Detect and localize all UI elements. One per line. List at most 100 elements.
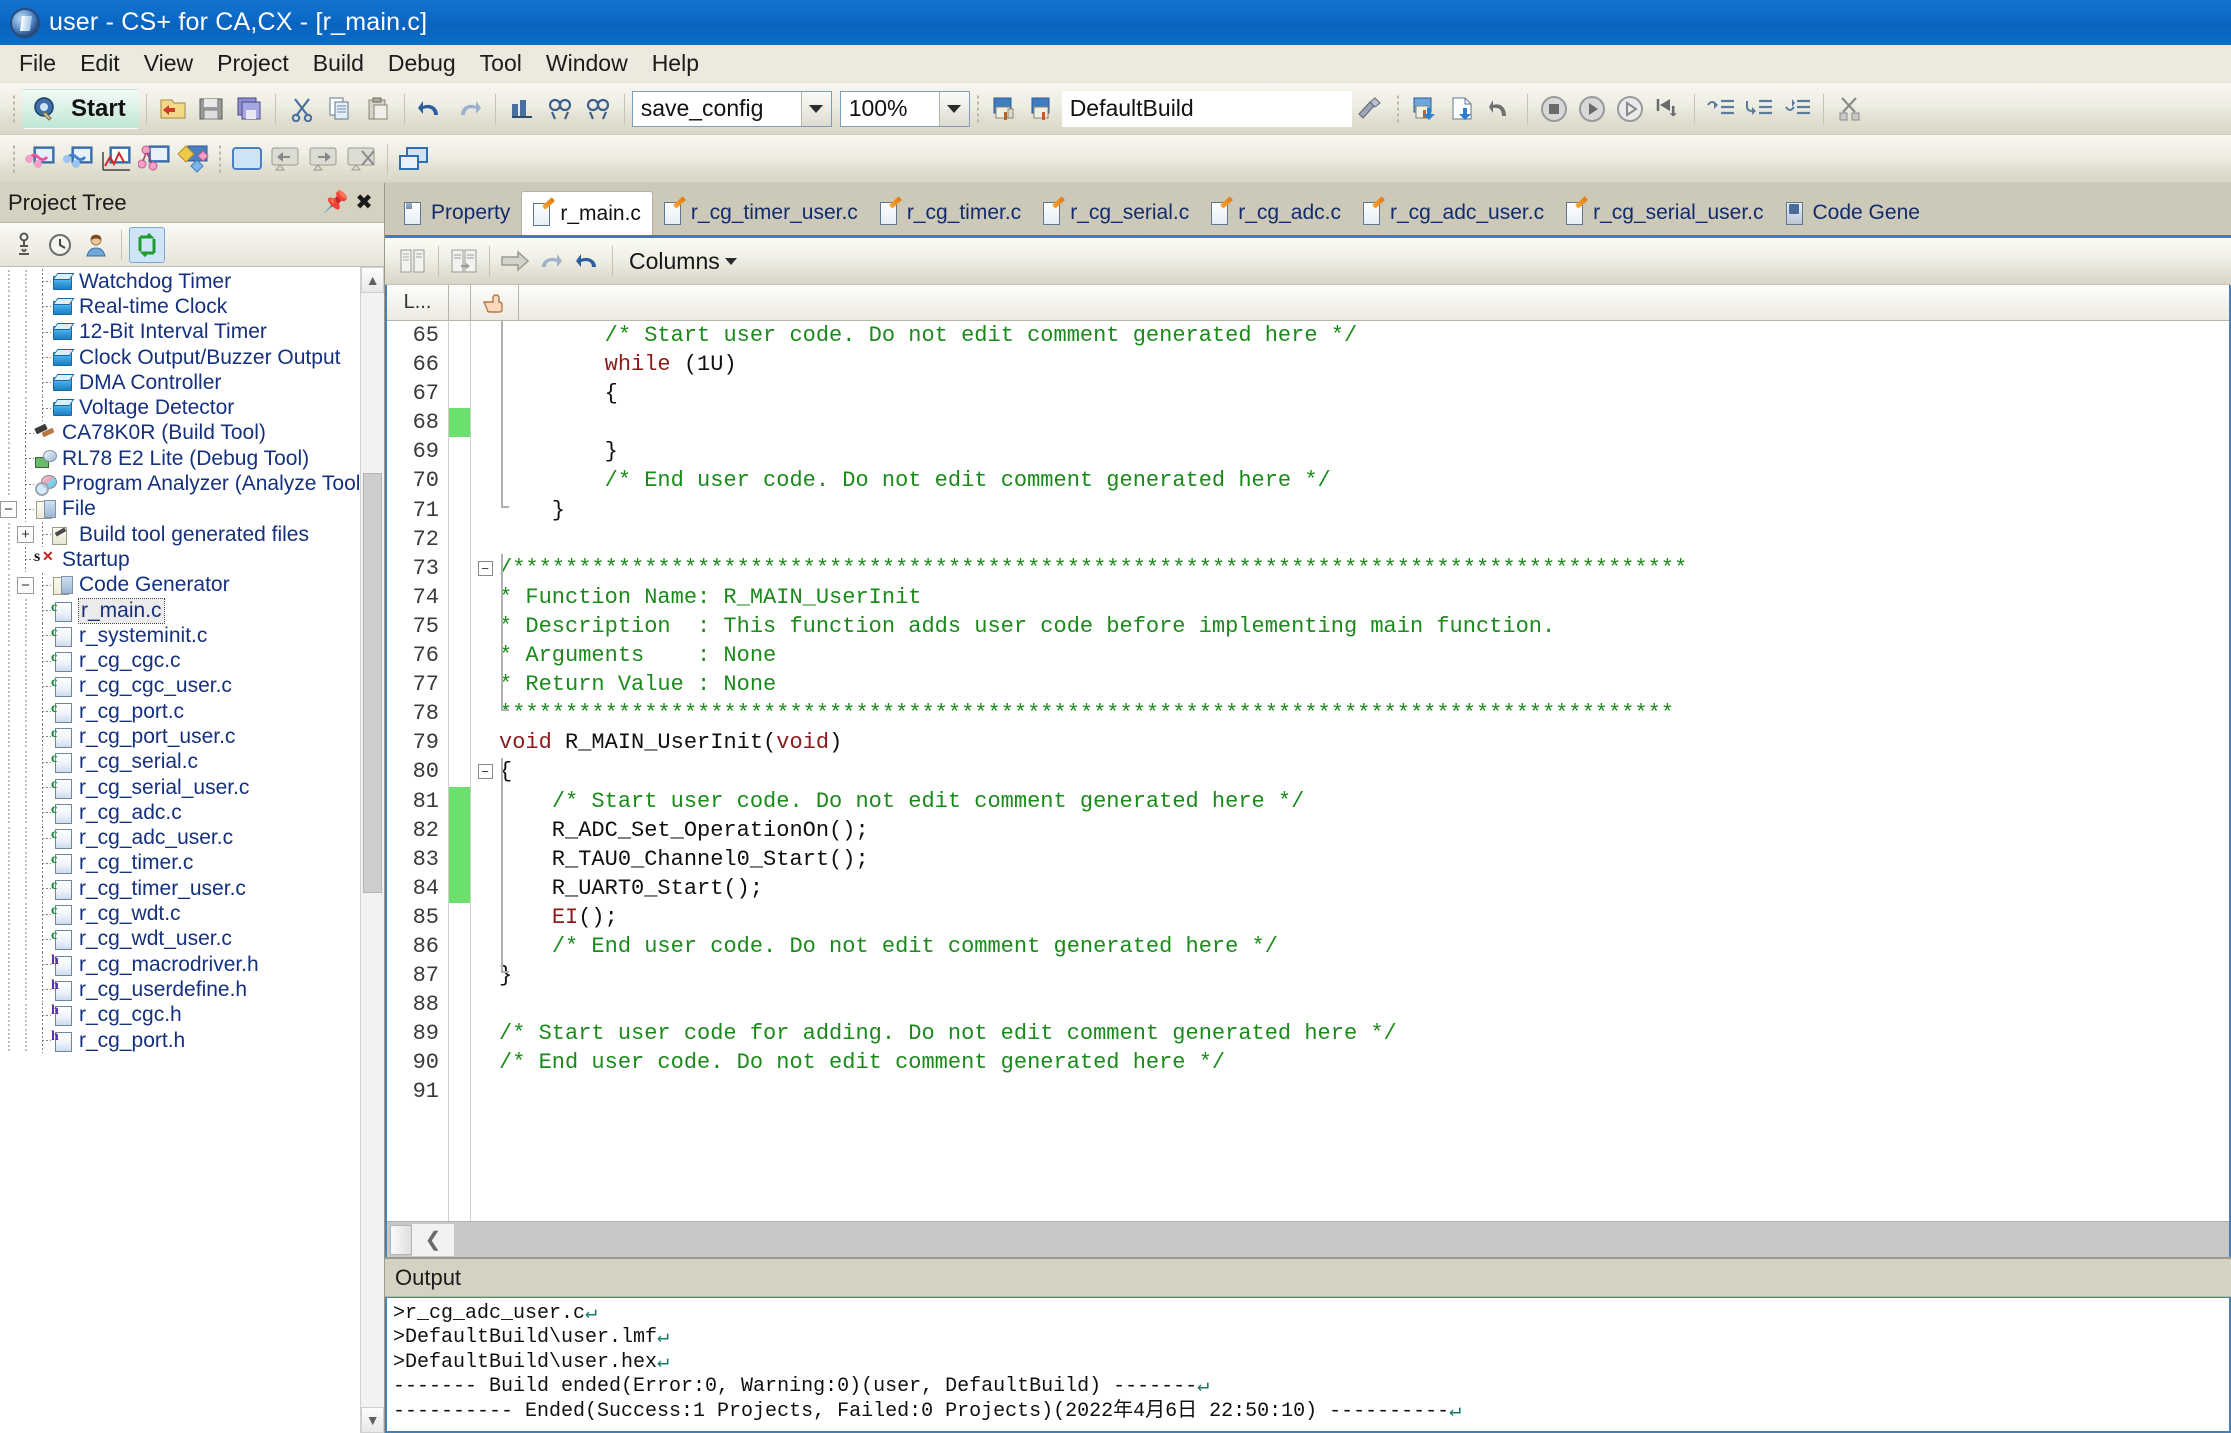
code-line[interactable] [499, 408, 2229, 437]
code-line[interactable]: R_ADC_Set_OperationOn(); [499, 816, 2229, 845]
analyze-pink-icon[interactable] [22, 140, 60, 178]
new-file-icon[interactable] [1444, 90, 1482, 128]
compare-icon[interactable] [446, 243, 482, 279]
back-window-icon[interactable] [266, 140, 304, 178]
analyze-blue-icon[interactable] [60, 140, 98, 178]
code-scroll-region[interactable]: 65 66 67 68 69 70 71 72 73 74 75 76 77 78 79 80 81 82 83 84… [387, 321, 2229, 1221]
code-line[interactable]: R_TAU0_Channel0_Start(); [499, 845, 2229, 874]
undo-icon[interactable] [412, 90, 450, 128]
code-line[interactable]: /***************************************… [499, 554, 2229, 583]
code-line[interactable] [499, 990, 2229, 1019]
code-line[interactable]: /* Start user code. Do not edit comment … [499, 787, 2229, 816]
tab-r-cg-adc-user-c[interactable]: r_cg_adc_user.c [1351, 191, 1556, 235]
code-line[interactable]: /* Start user code for adding. Do not ed… [499, 1019, 2229, 1048]
line-number-column-header[interactable]: L... [387, 284, 449, 321]
tree-item-r-cg-port-c[interactable]: r_cg_port.c [0, 699, 360, 725]
pin-icon[interactable]: 📌 [322, 189, 350, 217]
build-tool-icon[interactable] [1352, 90, 1390, 128]
fold-cell[interactable]: − [471, 554, 499, 583]
code-line[interactable]: /* End user code. Do not edit comment ge… [499, 932, 2229, 961]
scroll-down-icon[interactable]: ▼ [361, 1407, 384, 1433]
start-debug-button[interactable]: Start [22, 88, 139, 129]
tab-property[interactable]: Property [393, 191, 522, 235]
run-icon[interactable] [1611, 90, 1649, 128]
tree-item-real-time-clock[interactable]: Real-time Clock [0, 294, 360, 320]
restart-icon[interactable] [1649, 90, 1687, 128]
tree-item-build-tool-generated-files[interactable]: + Build tool generated files [0, 522, 360, 548]
tree-item-r-cg-wdt-c[interactable]: r_cg_wdt.c [0, 901, 360, 927]
tree-item-clock-output-buzzer-output[interactable]: Clock Output/Buzzer Output [0, 345, 360, 371]
code-line[interactable]: /* End user code. Do not edit comment ge… [499, 1048, 2229, 1077]
microscope-icon[interactable] [6, 227, 42, 263]
tree-item-r-main-c[interactable]: r_main.c [0, 597, 360, 624]
tab-r-cg-timer-user-c[interactable]: r_cg_timer_user.c [652, 191, 869, 235]
open-project-icon[interactable] [154, 90, 192, 128]
step-over-icon[interactable] [1740, 90, 1778, 128]
pointer-icon[interactable] [471, 284, 519, 321]
code-line[interactable] [499, 1077, 2229, 1106]
tree-item-r-cg-timer-user-c[interactable]: r_cg_timer_user.c [0, 876, 360, 902]
copy-icon[interactable] [321, 90, 359, 128]
build-mode-combo[interactable]: DefaultBuild [1061, 90, 1352, 127]
tree-item-r-cg-adc-c[interactable]: r_cg_adc.c [0, 800, 360, 826]
hscroll-thumb[interactable] [390, 1224, 412, 1255]
menu-debug[interactable]: Debug [377, 47, 467, 80]
rebuild-project-icon[interactable] [1024, 90, 1062, 128]
tree-item-r-systeminit-c[interactable]: r_systeminit.c [0, 623, 360, 649]
save-icon[interactable] [192, 90, 230, 128]
redo-icon[interactable] [533, 243, 569, 279]
tree-item-r-cg-port-h[interactable]: r_cg_port.h [0, 1028, 360, 1054]
tree-item-r-cg-cgc-user-c[interactable]: r_cg_cgc_user.c [0, 673, 360, 699]
build-config-combo[interactable]: save_config [631, 90, 832, 127]
code-line[interactable]: } [499, 437, 2229, 466]
code-line[interactable]: R_UART0_Start(); [499, 874, 2229, 903]
find-in-files-icon[interactable] [503, 90, 541, 128]
disconnect-icon[interactable] [1831, 90, 1869, 128]
menu-help[interactable]: Help [641, 47, 710, 80]
paste-icon[interactable] [359, 90, 397, 128]
tab-code-gene[interactable]: Code Gene [1774, 191, 1931, 235]
tree-item-rl78-e2-lite-debug-tool[interactable]: RL78 E2 Lite (Debug Tool) [0, 446, 360, 472]
redo-icon[interactable] [450, 90, 488, 128]
code-line[interactable] [499, 525, 2229, 554]
tab-r-cg-serial-user-c[interactable]: r_cg_serial_user.c [1555, 191, 1775, 235]
chevron-down-icon[interactable] [800, 91, 831, 126]
code-line[interactable]: ****************************************… [499, 699, 2229, 728]
scroll-thumb[interactable] [363, 473, 382, 893]
menu-window[interactable]: Window [535, 47, 639, 80]
build-project-icon[interactable] [986, 90, 1024, 128]
go-icon[interactable] [1573, 90, 1611, 128]
project-tree-scrollbar[interactable]: ▲ ▼ [360, 267, 384, 1433]
stop-icon[interactable] [1535, 90, 1573, 128]
tree-item-r-cg-timer-c[interactable]: r_cg_timer.c [0, 850, 360, 876]
split-view-icon[interactable] [395, 243, 431, 279]
toolbar-grip[interactable] [1395, 93, 1400, 124]
menu-build[interactable]: Build [302, 47, 375, 80]
window-icon[interactable] [228, 140, 266, 178]
user-icon[interactable] [78, 227, 114, 263]
output-panel-body[interactable]: >r_cg_adc_user.c↵ >DefaultBuild\user.lmf↵… [385, 1297, 2231, 1433]
toolbar-grip[interactable] [975, 93, 980, 124]
fold-collapse-toggle[interactable]: − [477, 560, 493, 576]
chevron-left-icon[interactable]: ❮ [412, 1223, 454, 1256]
tree-item-ca78k0r-build-tool[interactable]: CA78K0R (Build Tool) [0, 420, 360, 446]
code-line[interactable]: EI(); [499, 903, 2229, 932]
tree-item-12-bit-interval-timer[interactable]: 12-Bit Interval Timer [0, 319, 360, 345]
undo-icon[interactable] [569, 243, 605, 279]
save-all-icon[interactable] [230, 90, 268, 128]
find-next-icon[interactable] [579, 90, 617, 128]
menu-file[interactable]: File [8, 47, 67, 80]
tree-item-r-cg-serial-c[interactable]: r_cg_serial.c [0, 749, 360, 775]
tree-item-r-cg-userdefine-h[interactable]: r_cg_userdefine.h [0, 977, 360, 1003]
expand-toggle[interactable]: + [17, 526, 34, 544]
tab-r-cg-timer-c[interactable]: r_cg_timer.c [868, 191, 1033, 235]
toolbar-grip[interactable] [218, 143, 222, 174]
code-line[interactable]: void R_MAIN_UserInit(void) [499, 728, 2229, 757]
close-window-icon[interactable] [342, 140, 380, 178]
refresh-icon[interactable] [129, 226, 165, 263]
tree-item-r-cg-cgc-h[interactable]: r_cg_cgc.h [0, 1002, 360, 1028]
code-line[interactable]: * Function Name: R_MAIN_UserInit [499, 583, 2229, 612]
collapse-toggle[interactable]: − [0, 500, 17, 518]
toolbar-grip[interactable] [12, 143, 16, 174]
fold-collapse-toggle[interactable]: − [477, 764, 493, 780]
